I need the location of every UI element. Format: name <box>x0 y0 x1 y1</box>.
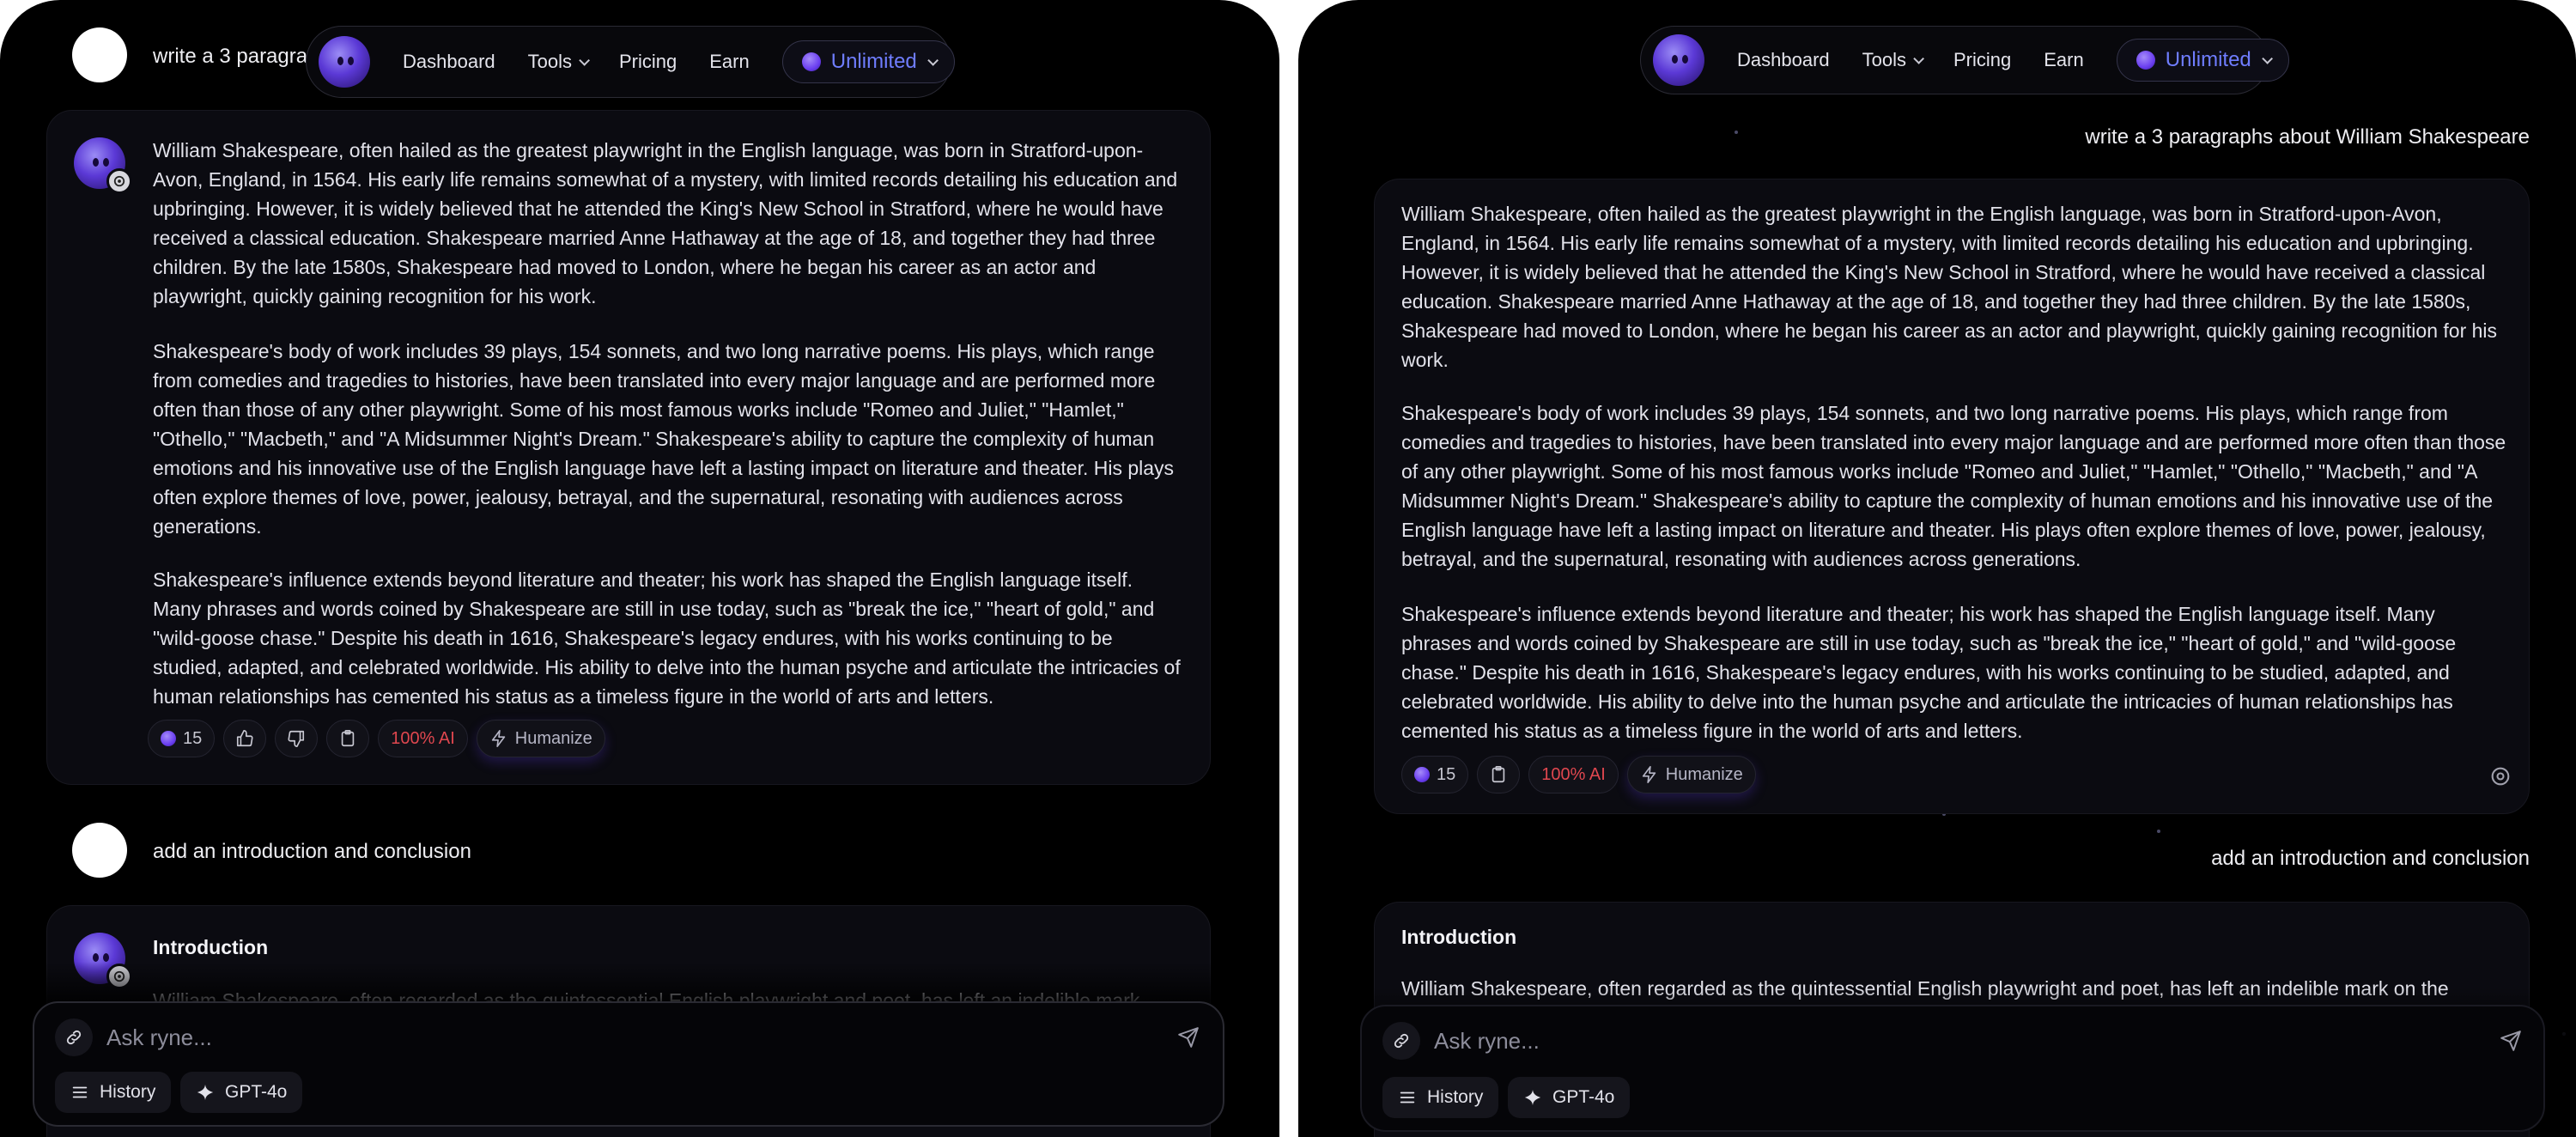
model-label: GPT-4o <box>225 1082 288 1102</box>
nav-dashboard[interactable]: Dashboard <box>403 51 495 73</box>
humanize-label: Humanize <box>514 728 592 748</box>
thumbs-down-icon <box>288 730 305 747</box>
humanize-label: Humanize <box>1665 764 1743 784</box>
thumbs-up-button[interactable] <box>223 720 267 757</box>
thumbs-up-icon <box>237 730 253 747</box>
humanize-button[interactable]: Humanize <box>1626 756 1756 793</box>
right-panel: Dashboard Tools Pricing Earn Unlimited w… <box>1298 0 2576 1137</box>
response-heading: Introduction <box>153 936 269 958</box>
menu-icon <box>1400 1091 1415 1104</box>
user-avatar <box>72 823 127 878</box>
top-navigation: Dashboard Tools Pricing Earn Unlimited <box>306 26 955 98</box>
nav-tools-label: Tools <box>1862 49 1906 70</box>
clipboard-icon <box>1492 766 1505 783</box>
plan-label: Unlimited <box>2165 48 2251 71</box>
thumbs-down-button[interactable] <box>275 720 319 757</box>
menu-icon <box>72 1086 88 1098</box>
copy-button[interactable] <box>1477 756 1521 793</box>
copy-button[interactable] <box>326 720 370 757</box>
chevron-down-icon <box>927 54 939 66</box>
nav-tools[interactable]: Tools <box>527 51 590 73</box>
credits-count: 15 <box>1437 764 1456 784</box>
link-icon <box>1394 1033 1409 1049</box>
model-selector[interactable]: GPT-4o <box>1508 1077 1631 1118</box>
ask-input[interactable] <box>1434 1025 2121 1056</box>
lightning-icon <box>1642 766 1656 783</box>
lightning-icon <box>491 730 506 747</box>
user-avatar <box>72 27 127 82</box>
credits-chip: 15 <box>148 720 216 757</box>
sparkle-icon <box>197 1084 214 1101</box>
user-prompt-text: add an introduction and conclusion <box>2211 847 2530 870</box>
openai-icon <box>106 964 132 989</box>
assistant-avatar <box>74 933 132 989</box>
openai-icon <box>2488 764 2512 788</box>
nav-earn[interactable]: Earn <box>2044 49 2083 71</box>
nav-pricing[interactable]: Pricing <box>619 51 677 73</box>
response-paragraph: William Shakespeare, often hailed as the… <box>153 139 1178 307</box>
credits-count: 15 <box>183 728 203 748</box>
response-paragraph: Shakespeare's influence extends beyond l… <box>1401 603 2457 742</box>
send-icon <box>2500 1031 2521 1051</box>
logo[interactable] <box>319 36 370 88</box>
ai-score-chip[interactable]: 100% AI <box>1528 756 1619 793</box>
logo[interactable] <box>1653 34 1704 86</box>
model-label: GPT-4o <box>1552 1087 1615 1107</box>
history-button[interactable]: History <box>1382 1077 1499 1118</box>
attach-link-button[interactable] <box>1382 1022 1420 1060</box>
response-paragraph: Shakespeare's body of work includes 39 p… <box>153 340 1175 538</box>
response-paragraph: William Shakespeare, often regarded as t… <box>1401 977 2449 1000</box>
response-heading: Introduction <box>1401 926 1517 948</box>
nav-pricing[interactable]: Pricing <box>1953 49 2011 71</box>
humanize-button[interactable]: Humanize <box>476 720 605 757</box>
chevron-down-icon <box>1913 52 1924 64</box>
history-label: History <box>1427 1087 1484 1107</box>
attach-link-button[interactable] <box>55 1018 93 1056</box>
assistant-avatar <box>74 137 132 194</box>
chevron-down-icon <box>2262 52 2273 64</box>
response-paragraph: William Shakespeare, often hailed as the… <box>1401 203 2498 371</box>
nav-dashboard[interactable]: Dashboard <box>1737 49 1830 71</box>
plan-label: Unlimited <box>830 50 917 73</box>
response-paragraph: Shakespeare's influence extends beyond l… <box>153 568 1181 708</box>
send-button[interactable] <box>2495 1025 2526 1056</box>
credits-chip: 15 <box>1401 756 1469 793</box>
chevron-down-icon <box>579 54 590 66</box>
openai-icon <box>106 168 132 194</box>
response-actions: 15 100% AI Humanize <box>148 720 605 757</box>
send-icon <box>1178 1027 1199 1048</box>
plan-dropdown[interactable]: Unlimited <box>781 40 955 83</box>
response-actions: 15 100% AI Humanize <box>1401 756 1756 793</box>
composer: History GPT-4o <box>1360 1005 2545 1132</box>
top-navigation: Dashboard Tools Pricing Earn Unlimited <box>1640 26 2289 94</box>
send-button[interactable] <box>1173 1022 1204 1053</box>
history-button[interactable]: History <box>55 1072 172 1113</box>
link-icon <box>66 1030 82 1045</box>
composer: History GPT-4o <box>33 1001 1224 1127</box>
credits-orb-icon <box>161 731 176 746</box>
user-prompt-text: write a 3 paragraphs about William Shake… <box>2085 125 2530 149</box>
model-selector[interactable]: GPT-4o <box>180 1072 303 1113</box>
nav-tools-label: Tools <box>527 51 572 72</box>
user-prompt-text: add an introduction and conclusion <box>153 840 471 863</box>
left-panel: write a 3 paragra Dashboard Tools Pricin… <box>0 0 1279 1137</box>
clipboard-icon <box>342 730 355 747</box>
plan-orb-icon <box>2136 51 2155 70</box>
ai-score-chip[interactable]: 100% AI <box>378 720 468 757</box>
plan-orb-icon <box>801 52 821 71</box>
plan-dropdown[interactable]: Unlimited <box>2116 39 2289 82</box>
response-paragraph: Shakespeare's body of work includes 39 p… <box>1401 402 2506 570</box>
nav-tools[interactable]: Tools <box>1862 49 1924 71</box>
nav-earn[interactable]: Earn <box>709 51 749 73</box>
user-prompt-text: write a 3 paragra <box>153 45 308 68</box>
sparkle-icon <box>1524 1089 1541 1106</box>
history-label: History <box>100 1082 156 1102</box>
credits-orb-icon <box>1414 767 1430 782</box>
ask-input[interactable] <box>106 1022 793 1053</box>
